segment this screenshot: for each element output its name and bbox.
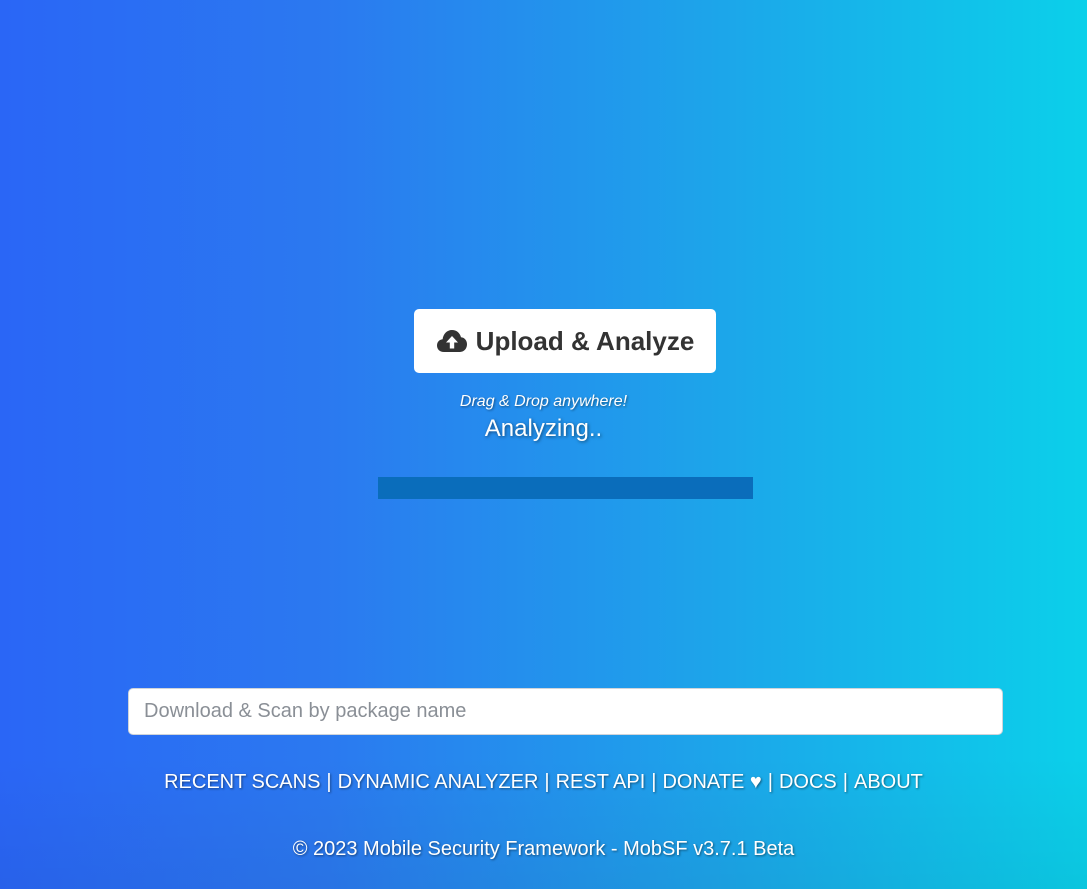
cloud-upload-icon: [436, 329, 468, 353]
drag-drop-hint: Drag & Drop anywhere!: [459, 393, 628, 410]
nav-link-about[interactable]: ABOUT: [854, 771, 923, 793]
footer-nav: RECENT SCANS | DYNAMIC ANALYZER | REST API | D…: [0, 771, 1087, 794]
nav-link-donate[interactable]: DONATE ♥: [662, 771, 761, 793]
nav-link-recent-scans[interactable]: RECENT SCANS: [164, 771, 320, 793]
nav-separator: |: [544, 771, 550, 793]
package-name-input[interactable]: [128, 688, 1003, 735]
page-background: [0, 0, 1087, 889]
nav-link-rest-api[interactable]: REST API: [556, 771, 646, 793]
upload-analyze-button[interactable]: Upload & Analyze: [414, 309, 716, 373]
nav-link-dynamic-analyzer[interactable]: DYNAMIC ANALYZER: [338, 771, 539, 793]
analysis-status: Analyzing..: [484, 415, 603, 442]
copyright-text: © 2023 Mobile Security Framework - MobSF…: [292, 838, 795, 860]
nav-separator: |: [326, 771, 332, 793]
upload-button-label: Upload & Analyze: [475, 325, 695, 356]
nav-separator: |: [767, 771, 773, 793]
nav-separator: |: [651, 771, 657, 793]
nav-link-docs[interactable]: DOCS: [779, 771, 837, 793]
progress-bar: [378, 477, 753, 499]
progress-bar-fill: [378, 477, 753, 499]
nav-separator: |: [842, 771, 848, 793]
